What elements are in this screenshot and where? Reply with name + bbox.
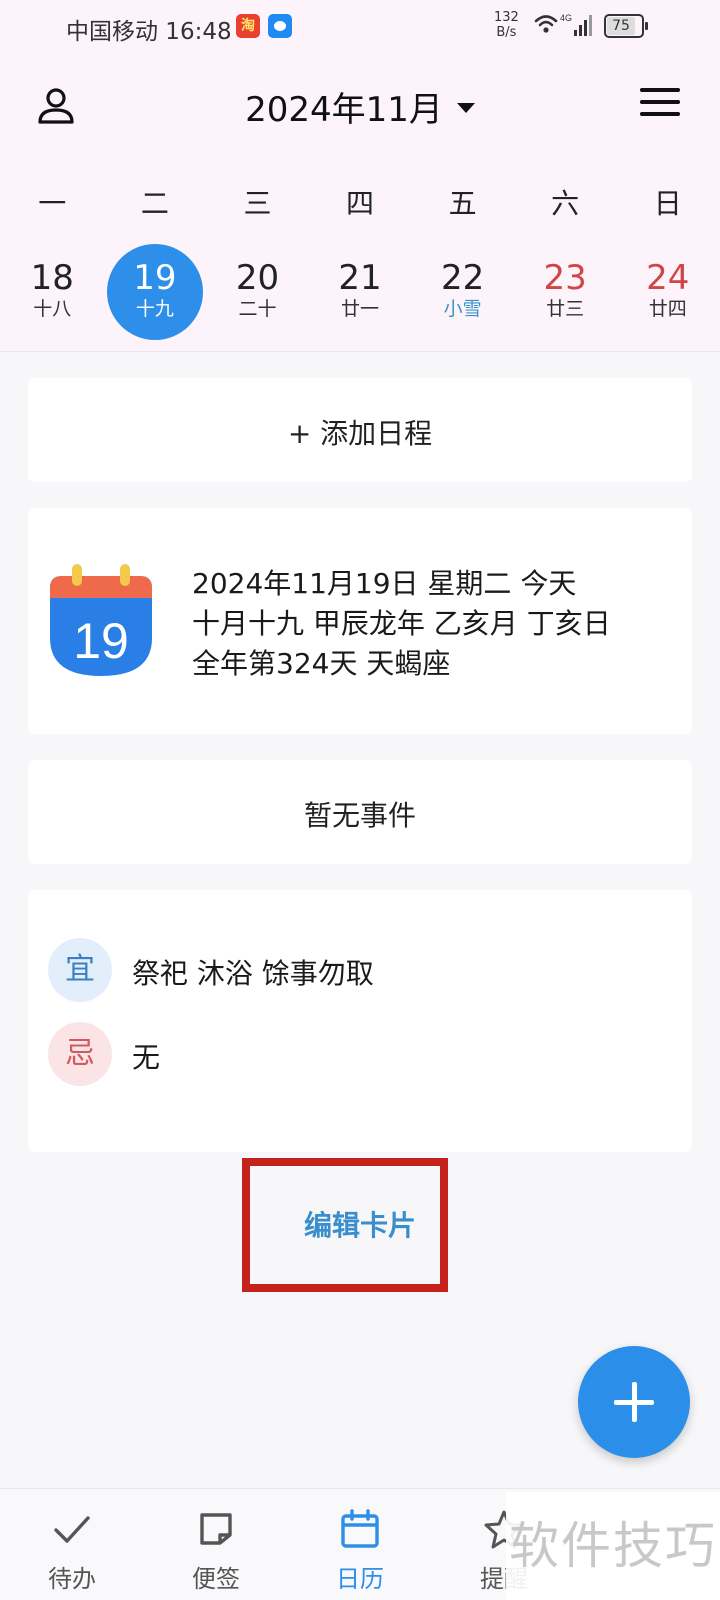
svg-text:19: 19 [73, 613, 129, 669]
weekday-label: 一 [38, 187, 67, 220]
day-cell-18[interactable]: 18 十八 [1, 244, 104, 340]
wifi-icon [534, 15, 558, 33]
yi-badge: 宜 [48, 938, 112, 1002]
add-schedule-label: + 添加日程 [287, 417, 433, 450]
nav-calendar[interactable]: 日历 [288, 1489, 432, 1600]
battery-icon: 75 [604, 14, 648, 38]
calendar-icon: 19 [50, 564, 152, 676]
battery-level: 75 [607, 17, 635, 35]
month-title: 2024年11月 [245, 90, 443, 130]
svg-text:4G: 4G [560, 13, 572, 23]
day-of-year-line: 全年第324天 天蝎座 [192, 647, 451, 680]
month-selector[interactable]: 2024年11月 [0, 82, 720, 131]
date-line: 2024年11月19日 星期二 今天 [192, 567, 577, 600]
weekday-label: 日 [653, 187, 682, 220]
no-events-label: 暂无事件 [303, 799, 416, 832]
taobao-app-icon: 淘 [236, 14, 260, 38]
menu-button[interactable] [640, 88, 680, 124]
caret-down-icon [456, 102, 475, 113]
solar-term-label: 小雪 [443, 298, 482, 320]
watermark: 软件技巧 [506, 1492, 720, 1600]
date-details: 2024年11月19日 星期二 今天 十月十九 甲辰龙年 乙亥月 丁亥日 全年第… [192, 564, 611, 684]
checkmark-icon [54, 1516, 90, 1543]
weekday-label: 三 [243, 187, 272, 220]
ji-badge: 忌 [48, 1022, 112, 1086]
weekday-label: 二 [140, 187, 169, 220]
weekday-header: 一 二 三 四 五 六 日 [0, 182, 720, 222]
add-fab-button[interactable] [578, 1346, 690, 1458]
day-cell-19-selected[interactable]: 19 十九 [104, 244, 207, 340]
nav-notes-label: 便签 [192, 1565, 240, 1593]
day-cell-20[interactable]: 20 二十 [206, 244, 309, 340]
date-info-card: 19 2024年11月19日 星期二 今天 十月十九 甲辰龙年 乙亥月 丁亥日 … [28, 508, 692, 734]
weekday-label: 五 [448, 187, 477, 220]
nav-todo[interactable]: 待办 [0, 1489, 144, 1600]
nav-notes[interactable]: 便签 [144, 1489, 288, 1600]
weekday-label: 六 [551, 187, 580, 220]
carrier-time: 中国移动 16:48 [66, 19, 232, 45]
day-cell-22[interactable]: 22 小雪 [411, 244, 514, 340]
status-bar: 中国移动 16:48 淘 132 B/s 4G 75 [0, 0, 720, 54]
nav-todo-label: 待办 [48, 1565, 96, 1593]
notification-app-icon [268, 14, 292, 38]
almanac-card: 宜 祭祀 沐浴 馀事勿取 忌 无 [28, 890, 692, 1152]
cellular-signal-icon: 4G [560, 13, 592, 36]
nav-calendar-label: 日历 [336, 1565, 384, 1593]
day-cell-23[interactable]: 23 廿三 [514, 244, 617, 340]
hamburger-icon-line [640, 88, 680, 92]
note-icon [200, 1513, 232, 1545]
calendar-nav-icon [341, 1509, 379, 1548]
add-schedule-button[interactable]: + 添加日程 [28, 378, 692, 482]
lunar-line: 十月十九 甲辰龙年 乙亥月 丁亥日 [192, 607, 611, 640]
events-card[interactable]: 暂无事件 [28, 760, 692, 864]
header-area: 中国移动 16:48 淘 132 B/s 4G 75 2024年11月 一 二 … [0, 0, 720, 352]
edit-card-button[interactable]: 编辑卡片 [0, 1204, 720, 1244]
net-speed: 132 B/s [494, 10, 519, 40]
day-cell-21[interactable]: 21 廿一 [309, 244, 412, 340]
week-strip: 18 十八 19 十九 20 二十 21 廿一 22 小雪 23 廿三 24 廿… [0, 244, 720, 340]
weekday-label: 四 [346, 187, 375, 220]
yi-text: 祭祀 沐浴 馀事勿取 [132, 957, 374, 990]
day-cell-24[interactable]: 24 廿四 [616, 244, 719, 340]
ji-text: 无 [132, 1041, 161, 1074]
